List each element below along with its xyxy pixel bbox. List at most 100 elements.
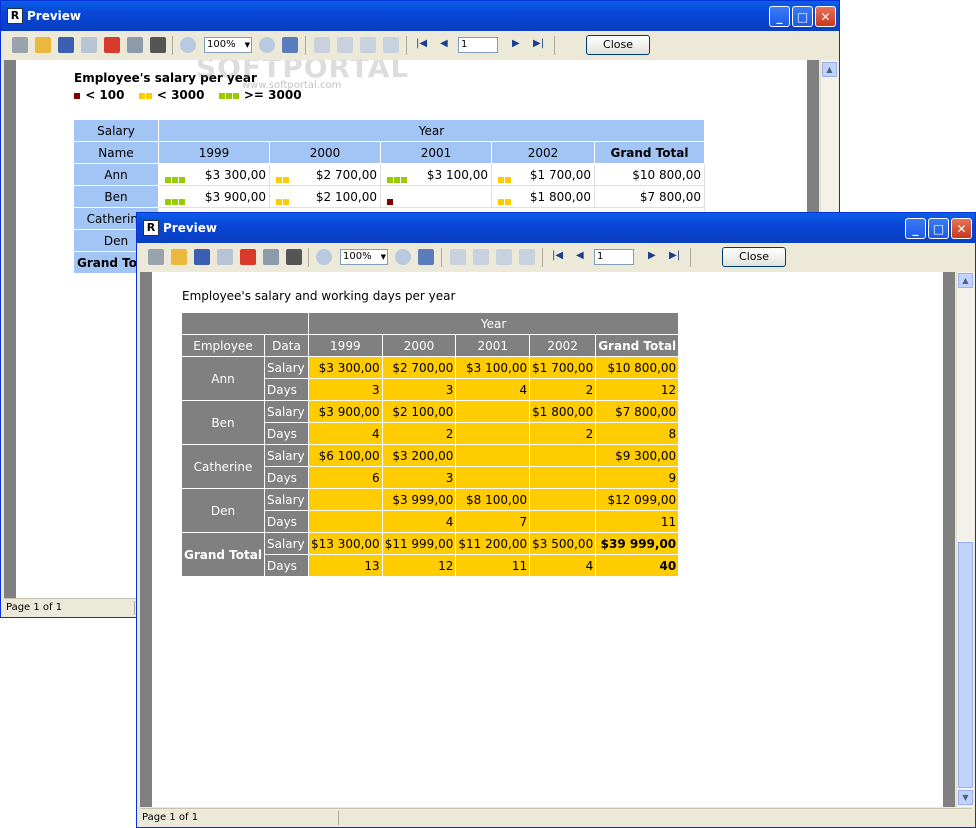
indicator-green: [164, 194, 186, 208]
zoom-in-icon[interactable]: [316, 249, 332, 265]
table-cell: $3 100,00: [379, 163, 492, 186]
pdf-icon[interactable]: [240, 249, 256, 265]
table-cell: 2: [529, 378, 597, 401]
table-row: Ben $3 900,00 $2 100,00 $1 800,00 $7 800…: [73, 185, 705, 208]
header-salary: Salary: [73, 119, 159, 142]
save-icon[interactable]: [194, 249, 210, 265]
close-window-button[interactable]: ✕: [951, 218, 972, 239]
close-preview-button[interactable]: Close: [586, 35, 650, 55]
grand-total-value: 40: [595, 554, 680, 577]
page-status: Page 1 of 1: [142, 812, 199, 823]
page-setup-icon[interactable]: [450, 249, 466, 265]
export-icon[interactable]: [81, 37, 97, 53]
find-icon[interactable]: [150, 37, 166, 53]
data-label: Days: [263, 510, 309, 533]
copy-icon[interactable]: [127, 37, 143, 53]
table-cell: $3 300,00: [307, 356, 383, 379]
zoom-out-icon[interactable]: [259, 37, 275, 53]
open-icon[interactable]: [35, 37, 51, 53]
table-cell: 4: [529, 554, 597, 577]
zoom-in-icon[interactable]: [180, 37, 196, 53]
back-window-title: Preview: [27, 9, 82, 23]
data-label: Salary: [263, 400, 309, 423]
close-window-button[interactable]: ✕: [815, 6, 836, 27]
table-cell: $11 999,00: [381, 532, 457, 555]
outline-icon[interactable]: [473, 249, 489, 265]
data-label: Salary: [263, 488, 309, 511]
toolbar-separator: [554, 36, 555, 55]
scroll-down-icon[interactable]: ▼: [958, 790, 973, 805]
row-total: 12: [595, 378, 680, 401]
header-grand-total: Grand Total: [595, 334, 680, 357]
last-page-icon[interactable]: ▶|: [669, 250, 680, 261]
legend-marker-yellow: [145, 92, 152, 99]
outline-icon[interactable]: [337, 37, 353, 53]
minimize-button[interactable]: _: [769, 6, 790, 27]
thumbnails-icon[interactable]: [360, 37, 376, 53]
header-corner: [181, 312, 309, 335]
prev-page-icon[interactable]: ◀: [440, 38, 448, 49]
table-cell: $13 300,00: [307, 532, 383, 555]
save-icon[interactable]: [58, 37, 74, 53]
row-total: 9: [595, 466, 680, 489]
front-page-viewport: Employee's salary and working days per y…: [140, 272, 955, 807]
header-year: Year: [307, 312, 680, 335]
employee-name: Den: [181, 488, 265, 533]
last-page-icon[interactable]: ▶|: [533, 38, 544, 49]
table-cell: [529, 466, 597, 489]
back-toolbar: 100% ▼ |◀ ◀ 1 ▶ ▶| Close: [4, 31, 836, 59]
full-screen-icon[interactable]: [418, 249, 434, 265]
legend-marker-green: [225, 92, 232, 99]
close-preview-button[interactable]: Close: [722, 247, 786, 267]
table-cell: [307, 510, 383, 533]
table-row: Ann $3 300,00 $2 700,00 $3 100,00 $1 700…: [73, 163, 705, 186]
first-page-icon[interactable]: |◀: [552, 250, 563, 261]
table-cell: $3 900,00: [307, 400, 383, 423]
full-screen-icon[interactable]: [282, 37, 298, 53]
print-icon[interactable]: [12, 37, 28, 53]
front-report-page: Employee's salary and working days per y…: [152, 272, 943, 807]
header-year-1999: 1999: [157, 141, 270, 164]
first-page-icon[interactable]: |◀: [416, 38, 427, 49]
zoom-value: 100%: [343, 251, 372, 262]
watermark-url: www.softportal.com: [242, 80, 342, 91]
thumbnails-icon[interactable]: [496, 249, 512, 265]
open-icon[interactable]: [171, 249, 187, 265]
report-title: Employee's salary and working days per y…: [182, 289, 456, 303]
scroll-up-icon[interactable]: ▲: [958, 273, 973, 288]
page-number-input[interactable]: 1: [594, 249, 634, 265]
minimize-button[interactable]: _: [905, 218, 926, 239]
maximize-button[interactable]: □: [928, 218, 949, 239]
cell-value: $3 100,00: [426, 167, 488, 182]
front-titlebar[interactable]: R Preview _ □ ✕: [137, 213, 975, 243]
next-page-icon[interactable]: ▶: [648, 250, 656, 261]
data-label: Salary: [263, 532, 309, 555]
toolbar-separator: [308, 248, 309, 267]
print-icon[interactable]: [148, 249, 164, 265]
zoom-select[interactable]: 100% ▼: [204, 37, 252, 53]
zoom-select[interactable]: 100% ▼: [340, 249, 388, 265]
copy-icon[interactable]: [263, 249, 279, 265]
pdf-icon[interactable]: [104, 37, 120, 53]
scroll-up-icon[interactable]: ▲: [822, 62, 837, 77]
legend-label: < 100: [85, 88, 125, 102]
edit-icon[interactable]: [519, 249, 535, 265]
export-icon[interactable]: [217, 249, 233, 265]
grand-total-label: Grand Total: [181, 532, 265, 577]
header-year-2000: 2000: [268, 141, 381, 164]
front-preview-window: R Preview _ □ ✕ 100% ▼ |◀ ◀ 1 ▶ ▶| Close …: [136, 212, 976, 828]
page-number-input[interactable]: 1: [458, 37, 498, 53]
zoom-out-icon[interactable]: [395, 249, 411, 265]
front-vertical-scrollbar[interactable]: ▲ ▼: [956, 272, 974, 807]
maximize-button[interactable]: □: [792, 6, 813, 27]
table-cell: $3 500,00: [529, 532, 597, 555]
scroll-thumb[interactable]: [958, 542, 973, 788]
back-titlebar[interactable]: R Preview _ □ ✕: [1, 1, 839, 31]
toolbar-separator: [172, 36, 173, 55]
data-label: Days: [263, 554, 309, 577]
prev-page-icon[interactable]: ◀: [576, 250, 584, 261]
edit-icon[interactable]: [383, 37, 399, 53]
find-icon[interactable]: [286, 249, 302, 265]
next-page-icon[interactable]: ▶: [512, 38, 520, 49]
page-setup-icon[interactable]: [314, 37, 330, 53]
